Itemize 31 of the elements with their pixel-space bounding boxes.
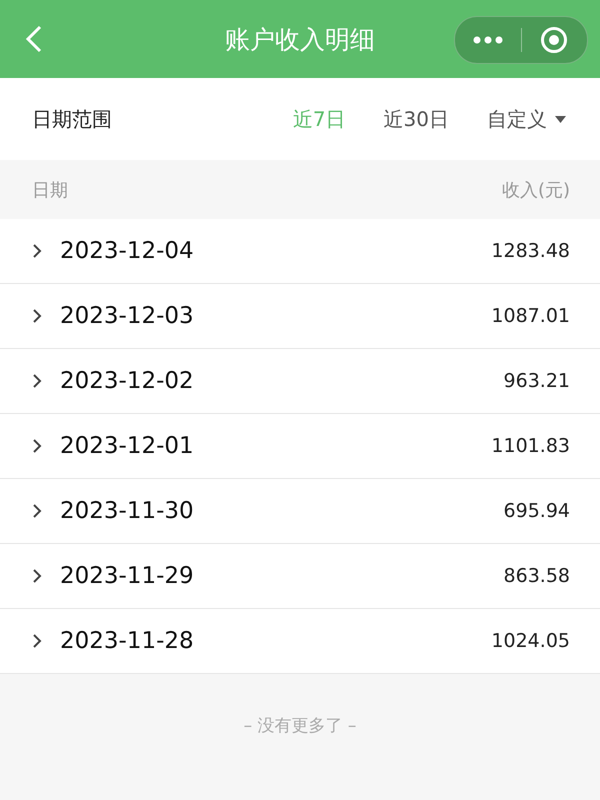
amount-cell: 1283.48: [491, 240, 570, 262]
range-tab[interactable]: 自定义: [487, 106, 566, 132]
date-cell-text: 2023-11-29: [60, 563, 195, 589]
target-icon: [540, 26, 568, 54]
chevron-icon[interactable]: [32, 373, 42, 389]
more-icon: [472, 36, 503, 44]
chevron-icon[interactable]: [32, 308, 42, 324]
amount-cell: 963.21: [504, 370, 570, 392]
chevron-icon[interactable]: [32, 438, 42, 454]
amount-cell: 1024.05: [491, 630, 570, 652]
date-cell-text: 2023-12-03: [60, 303, 195, 329]
date-range-label: 日期范围: [32, 106, 113, 132]
caret-icon: [555, 116, 566, 122]
chevron-icon[interactable]: [32, 503, 42, 519]
page-title: 账户收入明细: [225, 24, 375, 56]
amount-cell: 1101.83: [491, 435, 570, 457]
column-header: 收入(元): [502, 179, 570, 202]
date-cell-text: 2023-12-01: [60, 433, 195, 459]
date-cell-text: 2023-11-28: [60, 628, 195, 654]
range-tab[interactable]: 近30日: [384, 106, 449, 132]
amount-cell: 695.94: [504, 500, 570, 522]
amount-cell: 1087.01: [491, 305, 570, 327]
chevron-icon[interactable]: [32, 568, 42, 584]
date-cell-text: 2023-11-30: [60, 498, 195, 524]
amount-cell: 863.58: [504, 565, 570, 587]
date-cell-text: 2023-12-04: [60, 238, 195, 264]
no-more-text: – 没有更多了 –: [244, 716, 356, 736]
date-cell-text: 2023-12-02: [60, 368, 195, 394]
column-header: 日期: [32, 179, 68, 202]
chevron-icon[interactable]: [32, 633, 42, 649]
chevron-icon[interactable]: [32, 243, 42, 259]
